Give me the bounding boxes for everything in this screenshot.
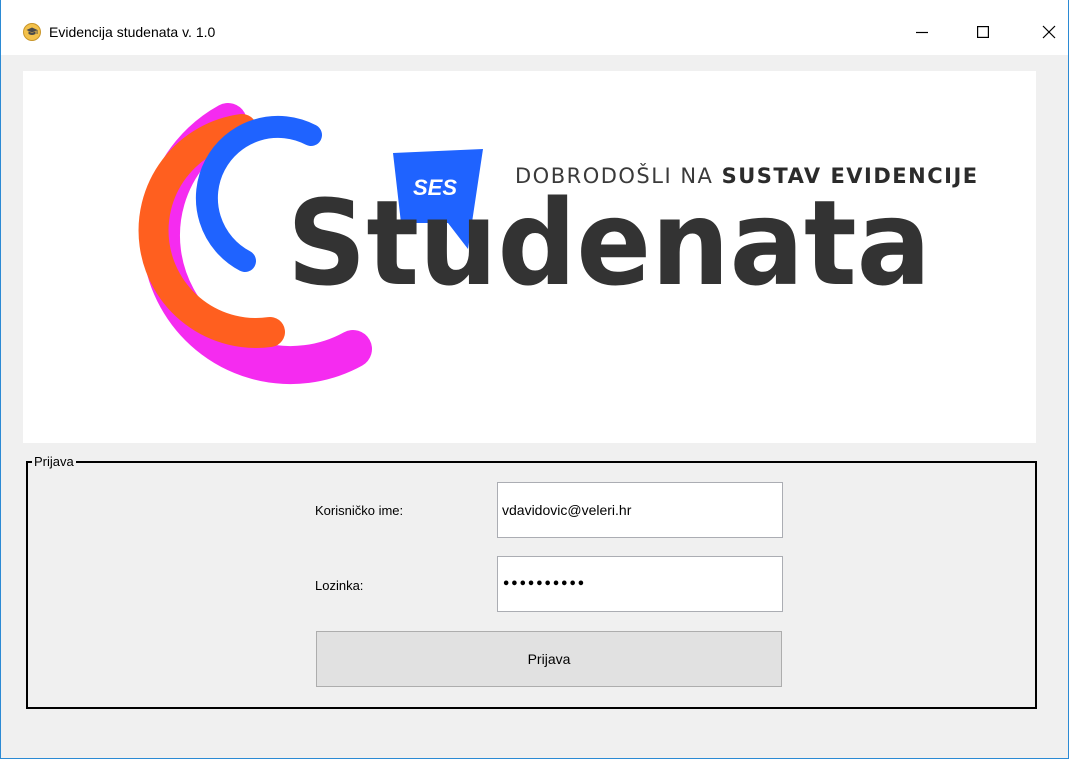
window-title: Evidencija studenata v. 1.0 xyxy=(49,24,216,40)
login-groupbox-title: Prijava xyxy=(32,454,76,469)
close-button[interactable] xyxy=(1026,17,1068,47)
minimize-button[interactable] xyxy=(899,17,945,47)
app-icon xyxy=(23,23,41,41)
banner-image: SES DOBRODOŠLI NA SUSTAV EVIDENCIJE Stud… xyxy=(23,71,1036,443)
title-bar[interactable]: Evidencija studenata v. 1.0 xyxy=(1,0,1068,55)
username-label: Korisničko ime: xyxy=(315,503,404,518)
wordmark-text: Studenata xyxy=(287,174,931,312)
close-icon xyxy=(1042,25,1056,39)
minimize-icon xyxy=(916,31,928,34)
maximize-button[interactable] xyxy=(960,17,1006,47)
password-label: Lozinka: xyxy=(315,578,364,593)
ses-logo: SES DOBRODOŠLI NA SUSTAV EVIDENCIJE Stud… xyxy=(138,103,977,385)
maximize-icon xyxy=(977,26,989,38)
password-input[interactable] xyxy=(497,556,783,612)
app-window: Evidencija studenata v. 1.0 SES DOBRODOŠ… xyxy=(0,0,1069,759)
username-input[interactable] xyxy=(497,482,783,538)
login-button[interactable]: Prijava xyxy=(316,631,782,687)
